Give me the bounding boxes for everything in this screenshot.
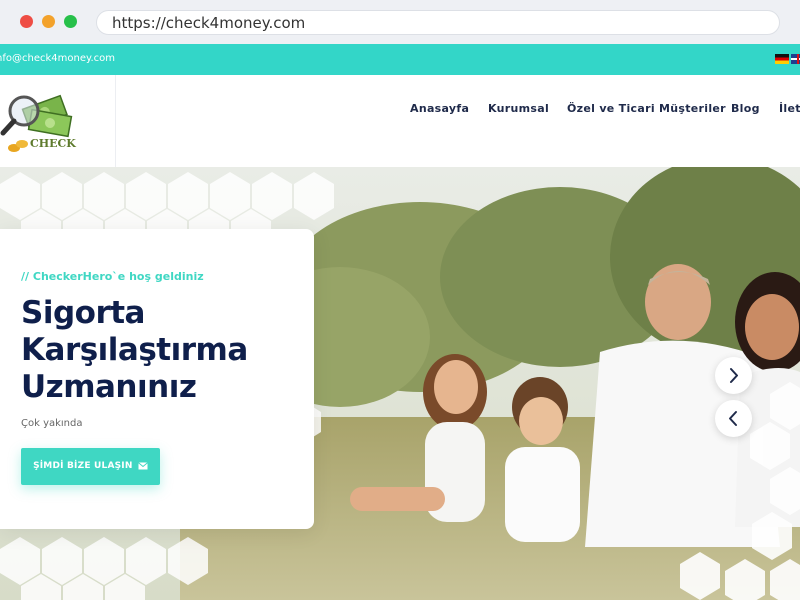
hero-slider: // CheckerHero`e hoş geldiniz Sigorta Ka…	[0, 167, 800, 600]
close-window-button[interactable]	[20, 15, 33, 28]
slider-next-button[interactable]	[715, 357, 752, 394]
hero-tagline: // CheckerHero`e hoş geldiniz	[21, 270, 204, 283]
contact-us-label: ŞİMDİ BİZE ULAŞIN	[33, 461, 133, 471]
chevron-right-icon	[730, 368, 738, 383]
nav-item-customers[interactable]: Özel ve Ticari Müşteriler	[567, 102, 726, 115]
slider-prev-button[interactable]	[715, 400, 752, 437]
contact-us-button[interactable]: ŞİMDİ BİZE ULAŞIN	[21, 448, 160, 485]
address-bar-url[interactable]: https://check4money.com	[112, 14, 305, 32]
nav-item-kurumsal[interactable]: Kurumsal	[488, 102, 549, 115]
chevron-left-icon	[729, 411, 737, 426]
nav-item-contact[interactable]: İleti	[779, 102, 800, 115]
address-bar[interactable]: https://check4money.com	[96, 10, 780, 35]
envelope-icon	[138, 461, 148, 469]
flag-de-icon[interactable]	[775, 54, 789, 64]
browser-chrome: https://check4money.com	[0, 0, 800, 44]
hero-title: Sigorta Karşılaştırma Uzmanınız	[21, 295, 248, 405]
minimize-window-button[interactable]	[42, 15, 55, 28]
logo-text: CHECK	[30, 137, 76, 150]
site-logo[interactable]: CHECK	[0, 75, 116, 167]
maximize-window-button[interactable]	[64, 15, 77, 28]
nav-item-anasayfa[interactable]: Anasayfa	[410, 102, 469, 115]
site-header: CHECK Anasayfa Kurumsal Özel ve Ticari M…	[0, 75, 800, 167]
logo-graphic	[0, 94, 73, 152]
contact-email-link[interactable]: nfo@check4money.com	[0, 53, 115, 64]
top-info-bar: nfo@check4money.com	[0, 44, 800, 75]
nav-item-blog[interactable]: Blog	[731, 102, 760, 115]
flag-uk-icon[interactable]	[791, 54, 800, 64]
hero-subtitle: Çok yakında	[21, 418, 83, 429]
